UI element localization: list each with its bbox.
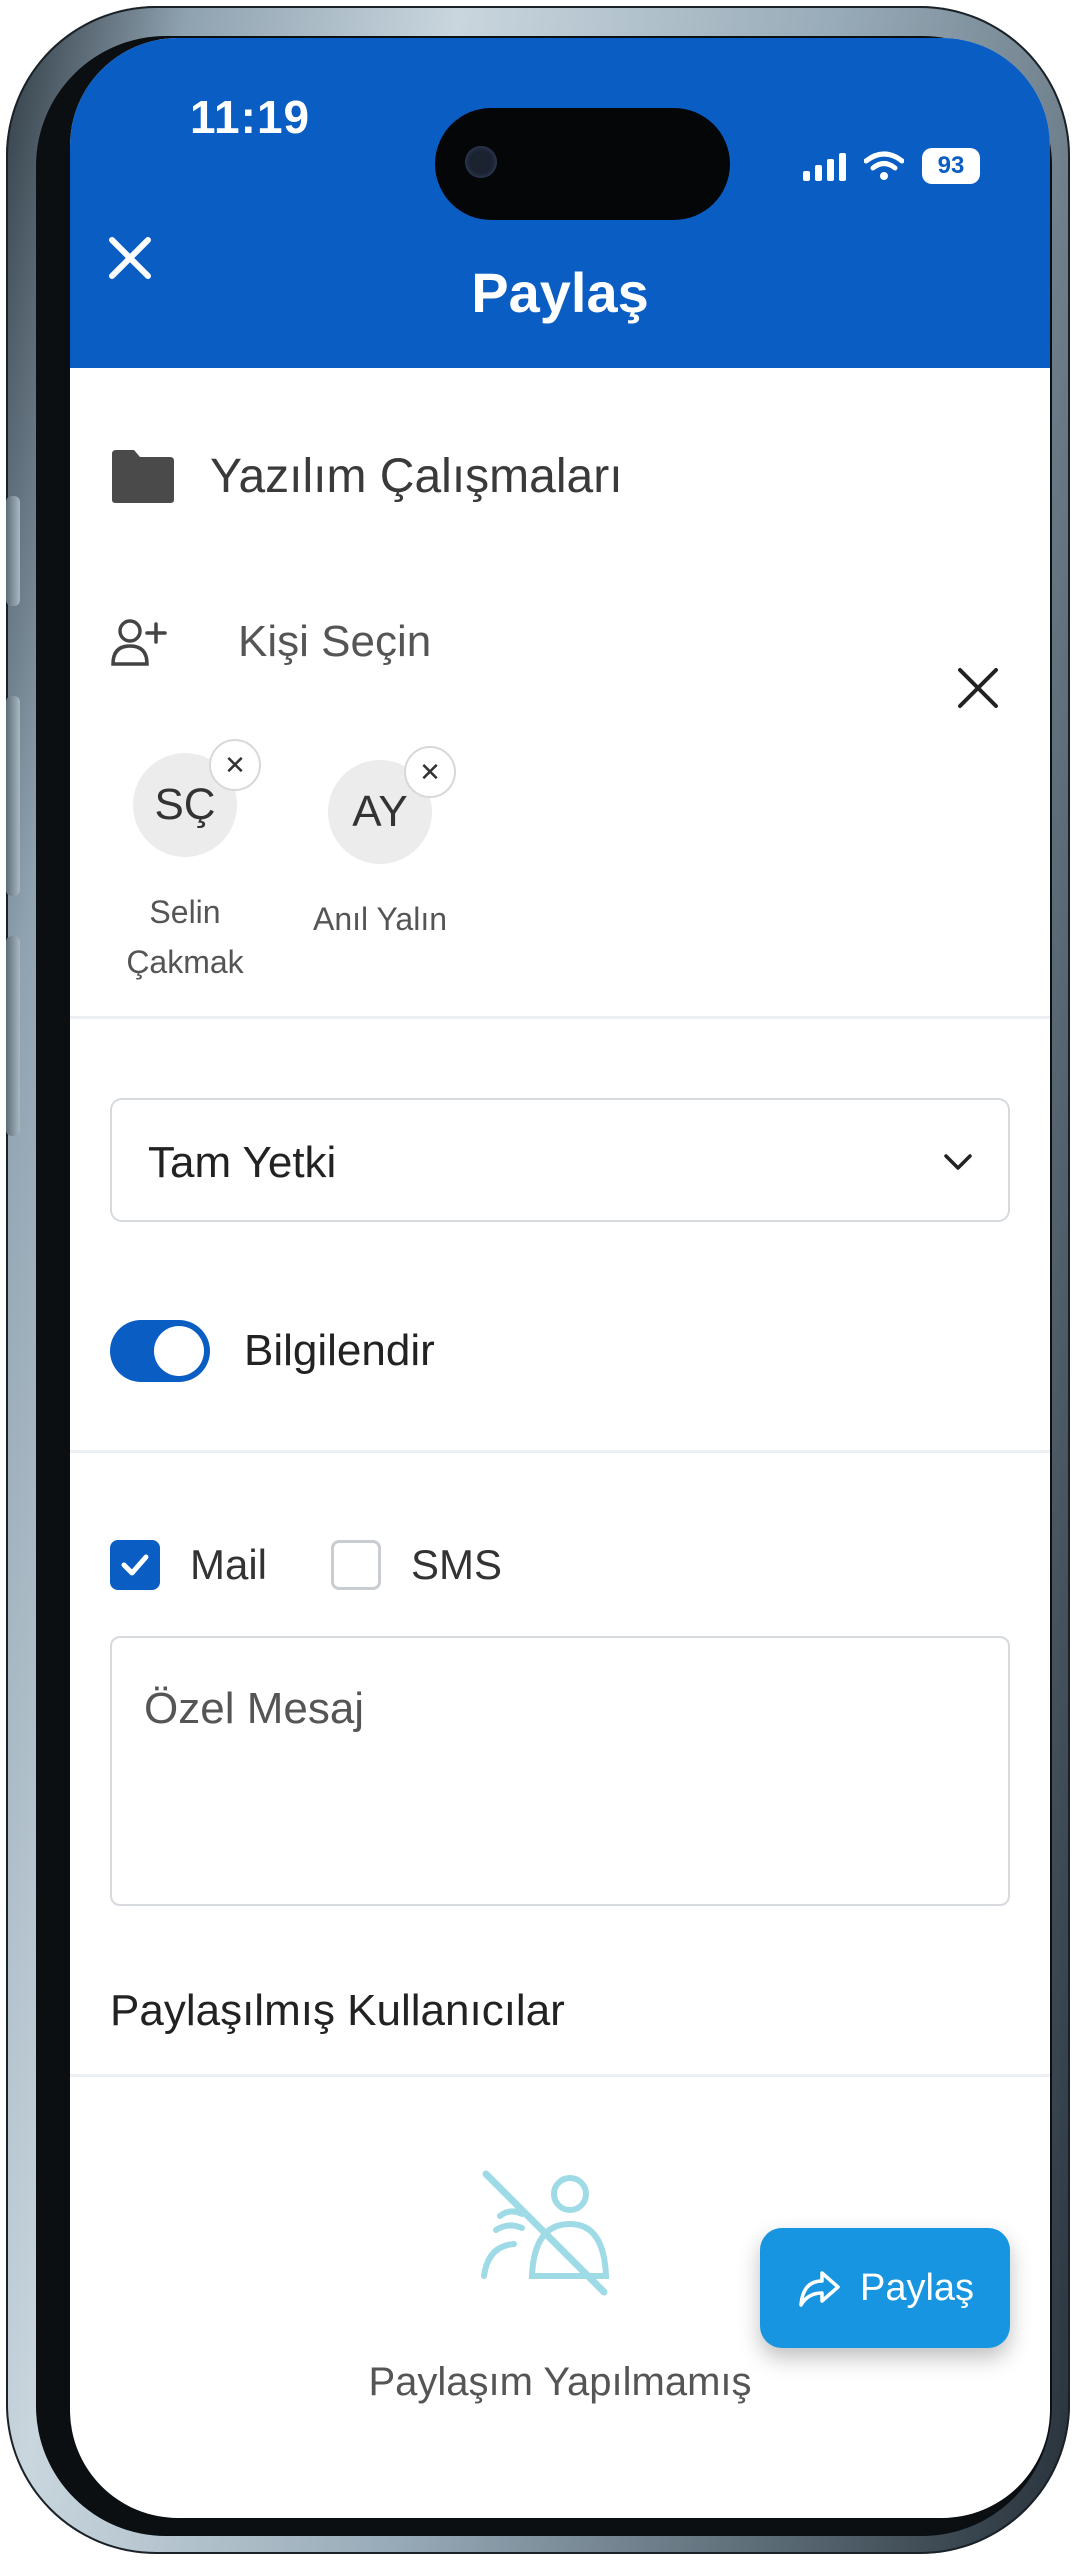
remove-recipient-icon[interactable]: ✕ bbox=[209, 739, 261, 791]
folder-row: Yazılım Çalışmaları bbox=[110, 448, 623, 504]
battery-icon: 93 bbox=[922, 148, 980, 184]
folder-name: Yazılım Çalışmaları bbox=[210, 449, 623, 503]
recipient-selector[interactable]: Kişi Seçin bbox=[110, 616, 431, 668]
share-icon bbox=[799, 2271, 840, 2307]
status-icons: 93 bbox=[803, 148, 980, 184]
avatar-initials: SÇ bbox=[154, 780, 216, 829]
toggle-knob bbox=[154, 1326, 204, 1376]
wifi-icon bbox=[864, 151, 904, 180]
empty-state-text: Paylaşım Yapılmamış bbox=[368, 2360, 752, 2404]
custom-message-placeholder: Özel Mesaj bbox=[144, 1684, 365, 1733]
recipient-chip: SÇ ✕ Selin Çakmak bbox=[110, 739, 261, 987]
chevron-down-icon bbox=[944, 1154, 972, 1170]
recipient-chip: AY ✕ Anıl Yalın bbox=[305, 746, 456, 944]
custom-message-field[interactable]: Özel Mesaj bbox=[110, 1636, 1010, 1906]
recipient-name: Selin Çakmak bbox=[126, 894, 244, 980]
divider bbox=[70, 1450, 1050, 1453]
notify-label: Bilgilendir bbox=[244, 1326, 435, 1375]
add-user-icon bbox=[111, 619, 167, 666]
avatar-initials: AY bbox=[352, 787, 408, 836]
status-time: 11:19 bbox=[190, 91, 311, 143]
folder-icon bbox=[112, 450, 174, 503]
sms-checkbox[interactable] bbox=[331, 1540, 382, 1590]
remove-recipient-icon[interactable]: ✕ bbox=[404, 746, 456, 798]
clear-recipients-icon[interactable] bbox=[950, 660, 1006, 716]
checkmark-icon bbox=[121, 1554, 149, 1576]
sms-label: SMS bbox=[411, 1541, 503, 1588]
dynamic-island bbox=[435, 108, 730, 220]
share-button-label: Paylaş bbox=[859, 2266, 975, 2309]
permission-value: Tam Yetki bbox=[148, 1138, 337, 1187]
screen: 11:19 93 Paylaş Yazılım Çalışmaları Kişi… bbox=[70, 38, 1050, 2518]
shared-users-title: Paylaşılmış Kullanıcılar bbox=[110, 1986, 565, 2035]
divider bbox=[70, 2074, 1050, 2077]
notify-row: Bilgilendir bbox=[110, 1320, 435, 1382]
page-title: Paylaş bbox=[471, 261, 649, 324]
app-header: 11:19 93 Paylaş bbox=[70, 38, 1050, 368]
avatar: SÇ ✕ bbox=[133, 739, 261, 857]
recipient-selector-label: Kişi Seçin bbox=[238, 617, 432, 666]
permission-dropdown[interactable]: Tam Yetki bbox=[110, 1098, 1010, 1222]
signal-icon bbox=[803, 151, 846, 181]
volume-down-button bbox=[6, 936, 20, 1136]
camera-icon bbox=[465, 146, 497, 178]
notify-toggle[interactable] bbox=[110, 1320, 210, 1382]
share-button[interactable]: Paylaş bbox=[760, 2228, 1010, 2348]
recipient-name: Anıl Yalın bbox=[312, 901, 447, 937]
avatar: AY ✕ bbox=[328, 746, 456, 864]
mail-checkbox[interactable] bbox=[110, 1540, 160, 1590]
no-share-icon bbox=[481, 2170, 610, 2296]
channel-row: Mail SMS bbox=[110, 1540, 566, 1590]
volume-up-button bbox=[6, 696, 20, 896]
divider bbox=[70, 1016, 1050, 1019]
mail-label: Mail bbox=[190, 1541, 268, 1588]
action-button bbox=[6, 496, 20, 606]
